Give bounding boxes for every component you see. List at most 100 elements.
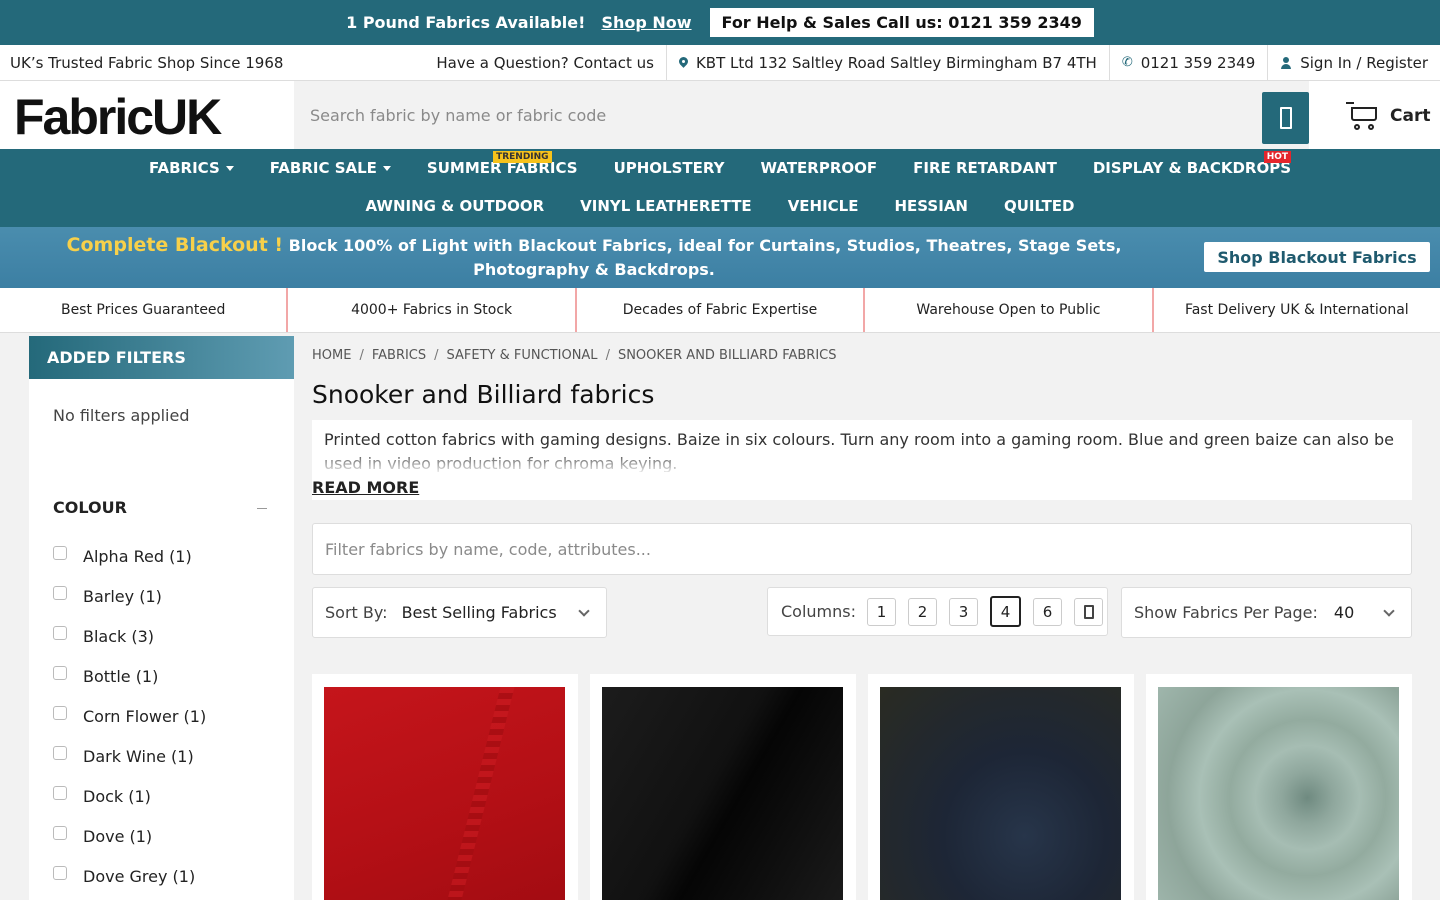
cart-icon <box>1346 101 1380 131</box>
shop-blackout-button[interactable]: Shop Blackout Fabrics <box>1204 242 1430 272</box>
colour-label: Black (3) <box>83 626 155 646</box>
breadcrumb: HOME / FABRICS / SAFETY & FUNCTIONAL / SNOO… <box>312 348 837 363</box>
colour-option[interactable]: Dock (1) <box>53 776 206 816</box>
hot-badge: HOT <box>1263 151 1292 163</box>
columns-6-button[interactable]: 6 <box>1033 597 1062 626</box>
product-filter-input[interactable] <box>312 523 1412 575</box>
phone-label: 0121 359 2349 <box>1140 53 1256 72</box>
checkbox[interactable] <box>53 666 67 680</box>
nav-fabric-sale[interactable]: FABRIC SALE <box>252 155 409 181</box>
sort-label: Sort By: <box>325 603 388 622</box>
nav-vehicle[interactable]: VEHICLE <box>770 193 877 219</box>
phone-link[interactable]: ✆ 0121 359 2349 <box>1108 44 1267 81</box>
checkbox[interactable] <box>53 786 67 800</box>
address-link[interactable]: KBT Ltd 132 Saltley Road Saltley Birming… <box>665 44 1109 81</box>
colour-label: Corn Flower (1) <box>83 706 207 726</box>
colour-option[interactable]: Dark Wine (1) <box>53 736 206 776</box>
columns-label: Columns: <box>781 602 856 621</box>
product-image-black[interactable] <box>602 687 843 900</box>
sort-value: Best Selling Fabrics <box>401 603 557 622</box>
product-image-sage[interactable] <box>1158 687 1399 900</box>
columns-3-button[interactable]: 3 <box>949 597 978 626</box>
columns-selector: Columns: 1 2 3 4 6 <box>767 587 1108 636</box>
list-view-button[interactable] <box>1074 597 1103 626</box>
promo-text: 1 Pound Fabrics Available! <box>346 13 586 32</box>
colour-label: Dove Grey (1) <box>83 866 196 886</box>
product-image-navy[interactable] <box>880 687 1121 900</box>
search-input[interactable] <box>294 81 1262 149</box>
promo-bar: 1 Pound Fabrics Available! Shop Now For … <box>0 0 1440 45</box>
nav-vinyl-leatherette[interactable]: VINYL LEATHERETTE <box>562 193 770 219</box>
product-card[interactable] <box>1146 674 1412 900</box>
phone-icon: ✆ <box>1121 55 1133 70</box>
read-more-link[interactable]: READ MORE <box>312 478 419 497</box>
contact-link[interactable]: Have a Question? Contact us <box>424 45 666 81</box>
colour-option[interactable]: Dove (1) <box>53 816 206 856</box>
colour-label: Alpha Red (1) <box>83 546 192 566</box>
address-label: KBT Ltd 132 Saltley Road Saltley Birming… <box>695 53 1097 72</box>
per-page-value: 40 <box>1333 603 1355 622</box>
page-title: Snooker and Billiard fabrics <box>312 380 655 409</box>
checkbox[interactable] <box>53 706 67 720</box>
cart-button[interactable]: Cart <box>1346 101 1430 131</box>
nav-hessian[interactable]: HESSIAN <box>877 193 986 219</box>
shop-now-link[interactable]: Shop Now <box>601 13 691 32</box>
colour-option[interactable]: Bottle (1) <box>53 656 206 696</box>
help-sales-phone[interactable]: For Help & Sales Call us: 0121 359 2349 <box>709 8 1094 37</box>
product-card[interactable] <box>868 674 1134 900</box>
colour-label: Dock (1) <box>83 786 151 806</box>
columns-2-button[interactable]: 2 <box>908 597 937 626</box>
columns-4-button[interactable]: 4 <box>990 596 1021 627</box>
sign-in-link[interactable]: Sign In / Register <box>1267 44 1440 81</box>
usp-strip: Best Prices Guaranteed 4000+ Fabrics in … <box>0 288 1440 333</box>
nav-label: DISPLAY & BACKDROPS <box>1092 159 1292 177</box>
collapse-icon[interactable] <box>257 508 267 509</box>
list-view-icon <box>1083 604 1094 619</box>
filter-sidebar: ADDED FILTERS No filters applied COLOUR … <box>29 336 294 900</box>
caret-down-icon <box>382 166 391 171</box>
colour-filter-list: Alpha Red (1) Barley (1) Black (3) Bottl… <box>53 536 206 896</box>
blackout-banner: Complete Blackout ! Block 100% of Light … <box>0 227 1440 288</box>
per-page-select[interactable]: Show Fabrics Per Page: 40 <box>1121 587 1412 638</box>
breadcrumb-fabrics[interactable]: FABRICS <box>372 348 426 363</box>
checkbox[interactable] <box>53 866 67 880</box>
per-page-label: Show Fabrics Per Page: <box>1134 603 1318 622</box>
usp-item: Fast Delivery UK & International <box>1151 288 1440 332</box>
blackout-text: Block 100% of Light with Blackout Fabric… <box>288 236 1122 279</box>
search-button[interactable] <box>1262 92 1309 144</box>
nav-display-backdrops[interactable]: DISPLAY & BACKDROPS HOT <box>1075 151 1309 181</box>
breadcrumb-safety[interactable]: SAFETY & FUNCTIONAL <box>447 348 598 363</box>
nav-summer-fabrics[interactable]: SUMMER FABRICS TRENDING <box>409 151 596 181</box>
nav-label: FABRIC SALE <box>269 159 377 177</box>
colour-option[interactable]: Corn Flower (1) <box>53 696 206 736</box>
colour-filter-heading[interactable]: COLOUR <box>53 498 127 517</box>
product-image-red[interactable] <box>324 687 565 900</box>
nav-fabrics[interactable]: FABRICS <box>131 155 252 181</box>
colour-option[interactable]: Dove Grey (1) <box>53 856 206 896</box>
nav-upholstery[interactable]: UPHOLSTERY <box>596 155 743 181</box>
chevron-down-icon <box>1383 605 1395 617</box>
sort-select[interactable]: Sort By: Best Selling Fabrics <box>312 587 607 638</box>
search-icon <box>1279 107 1292 129</box>
checkbox[interactable] <box>53 546 67 560</box>
nav-fire-retardant[interactable]: FIRE RETARDANT <box>895 155 1075 181</box>
checkbox[interactable] <box>53 626 67 640</box>
checkbox[interactable] <box>53 746 67 760</box>
columns-1-button[interactable]: 1 <box>867 597 896 626</box>
product-card[interactable] <box>590 674 856 900</box>
product-card[interactable] <box>312 674 578 900</box>
nav-quilted[interactable]: QUILTED <box>986 193 1093 219</box>
colour-option[interactable]: Alpha Red (1) <box>53 536 206 576</box>
breadcrumb-home[interactable]: HOME <box>312 348 351 363</box>
colour-option[interactable]: Barley (1) <box>53 576 206 616</box>
nav-awning-outdoor[interactable]: AWNING & OUTDOOR <box>347 193 562 219</box>
nav-waterproof[interactable]: WATERPROOF <box>743 155 896 181</box>
user-icon <box>1280 56 1292 69</box>
usp-item: 4000+ Fabrics in Stock <box>286 288 574 332</box>
checkbox[interactable] <box>53 826 67 840</box>
colour-option[interactable]: Black (3) <box>53 616 206 656</box>
nav-label: FABRICS <box>148 159 220 177</box>
checkbox[interactable] <box>53 586 67 600</box>
usp-item: Best Prices Guaranteed <box>60 302 226 318</box>
site-logo[interactable]: FabricUK <box>14 91 222 143</box>
